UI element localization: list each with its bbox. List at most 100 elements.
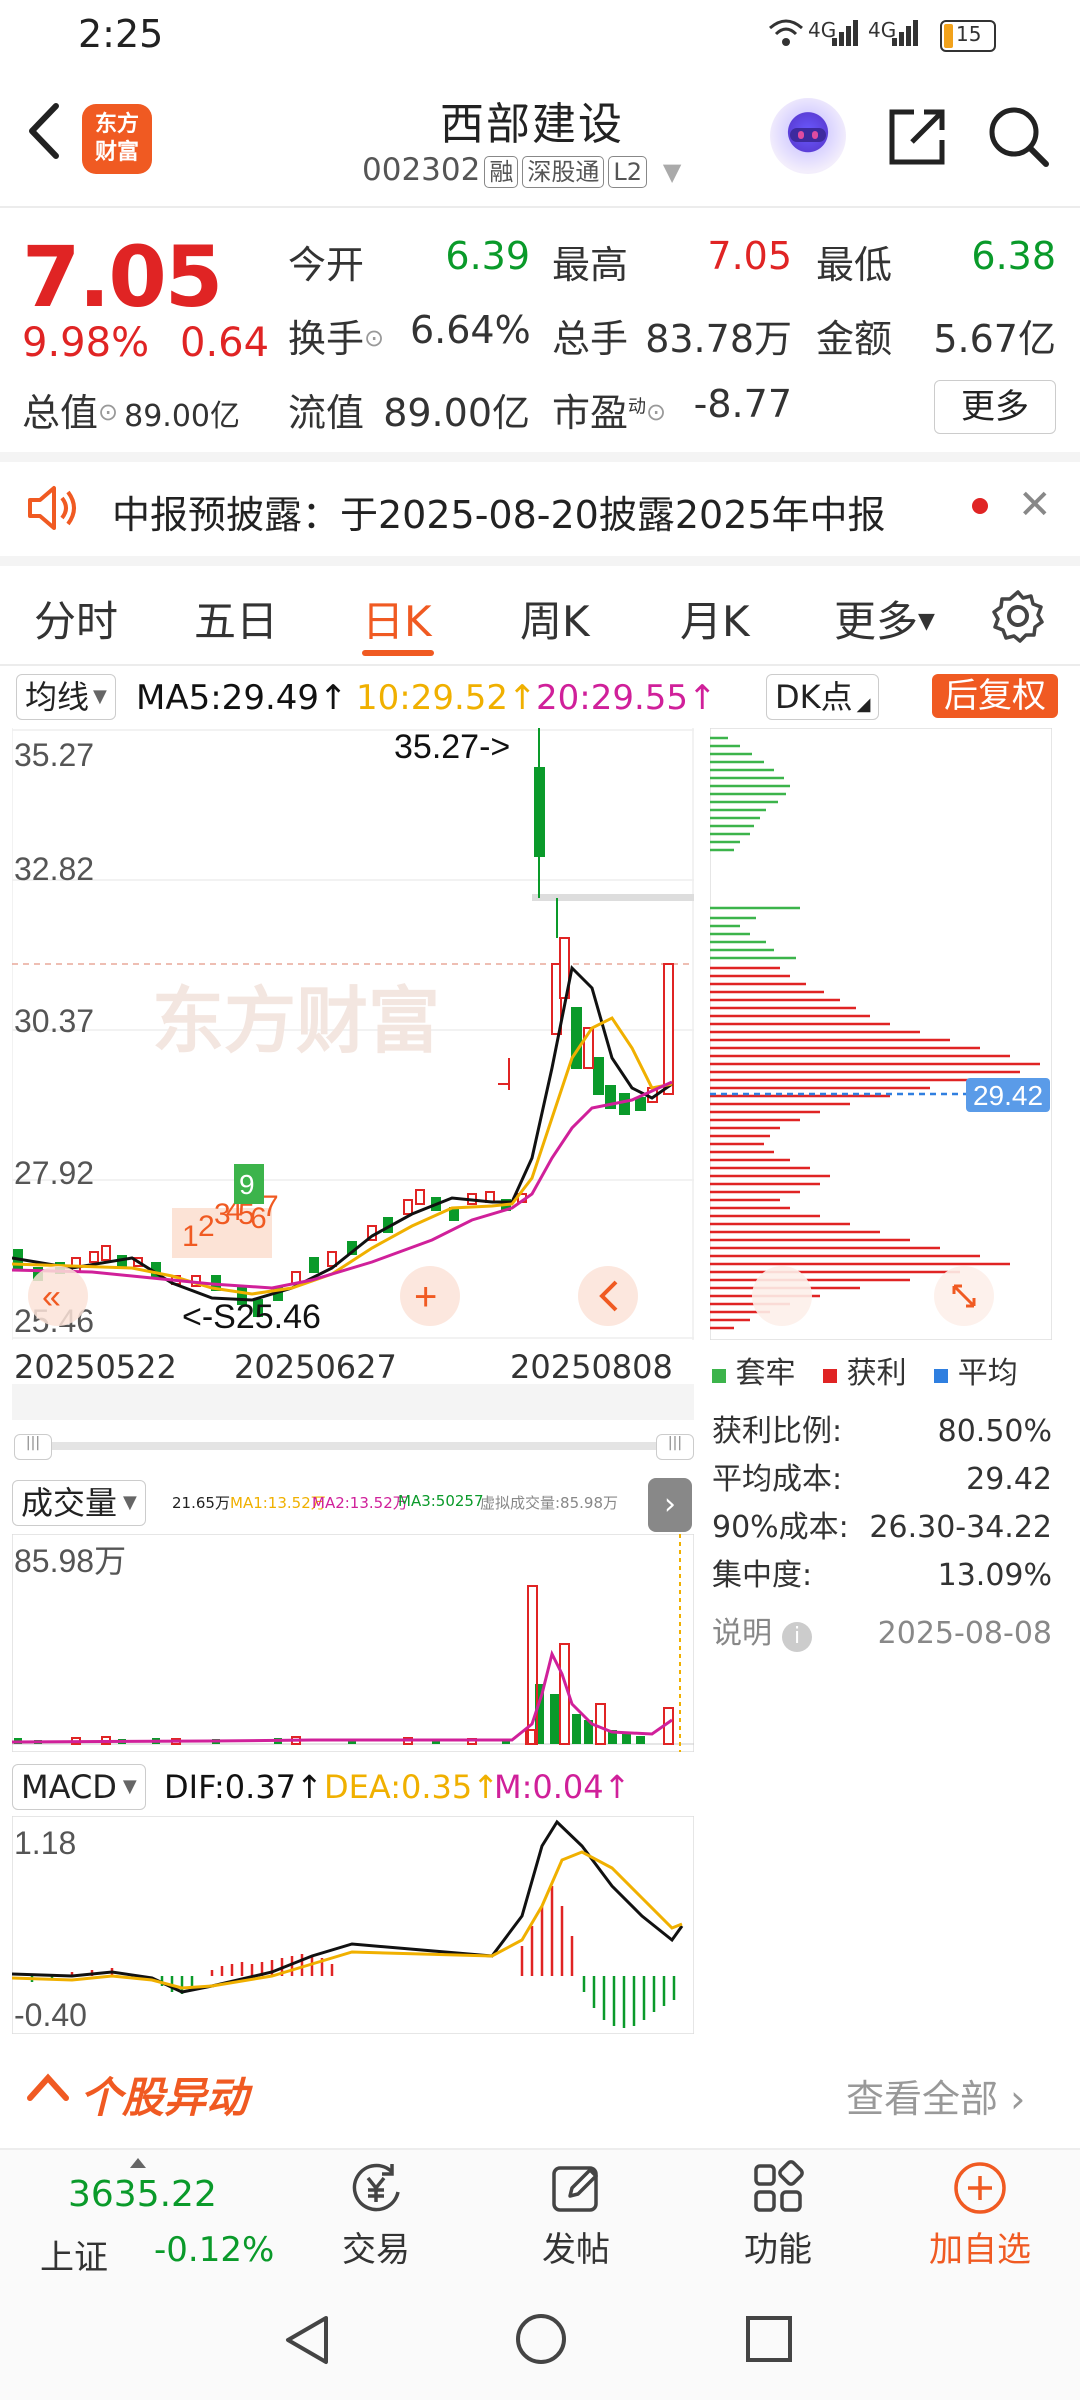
anomaly-section[interactable]: 个股异动 查看全部 › — [0, 2044, 1080, 2140]
nav-home-icon[interactable] — [514, 2312, 568, 2366]
ma5-value: MA5:29.49↑ — [136, 678, 348, 718]
y-label: 30.37 — [14, 1003, 94, 1039]
volume-selector[interactable]: 成交量 ▼ — [12, 1480, 146, 1526]
vol-virtual: 虚拟成交量:85.98万 — [480, 1494, 618, 1512]
collapse-button[interactable] — [578, 1266, 638, 1326]
concentration-label: 集中度: — [712, 1558, 813, 1593]
robot-avatar-icon[interactable] — [770, 98, 846, 174]
info-icon[interactable]: ⊙ — [646, 398, 666, 426]
ma-row: 均线 ▼ MA5:29.49↑ 10:29.52↑ 20:29.55↑ DK点 ◢ … — [0, 672, 1080, 722]
search-icon[interactable] — [986, 104, 1050, 168]
macd-y-min: -0.40 — [14, 1997, 87, 2033]
notice-banner[interactable]: 中报预披露：于2025-08-20披露2025年中报 ✕ — [0, 456, 1080, 556]
scroll-track[interactable] — [12, 1384, 694, 1420]
share-icon[interactable] — [886, 104, 950, 168]
market-cap-label: 总值 — [22, 391, 99, 435]
high-value: 7.05 — [707, 234, 792, 278]
bottom-toolbar: 3635.22 上证 -0.12% 交易 发帖 功能 加自选 — [0, 2148, 1080, 2280]
signal-mark: 1 — [182, 1220, 199, 1253]
back-icon[interactable] — [22, 96, 66, 166]
view-all-link[interactable]: 查看全部 › — [846, 2068, 1025, 2123]
macd-selector[interactable]: MACD ▼ — [12, 1764, 146, 1810]
amount-value: 5.67亿 — [933, 317, 1056, 361]
nav-back-icon[interactable] — [282, 2312, 332, 2368]
anomaly-title: 个股异动 — [80, 2073, 249, 2122]
float-label: 流值 — [288, 391, 365, 435]
tag-margin: 融 — [484, 156, 519, 188]
watermark: 东方财富 — [152, 982, 440, 1062]
high-label: 最高 — [552, 243, 629, 287]
unread-dot — [972, 498, 988, 514]
nav-recents-icon[interactable] — [744, 2314, 794, 2364]
notice-text: 中报预披露：于2025-08-20披露2025年中报 — [112, 493, 886, 537]
vol-ma3: MA3:50257 — [398, 1492, 484, 1510]
dropdown-icon[interactable]: ▼ — [663, 158, 681, 186]
function-button[interactable]: 功能 — [708, 2150, 848, 2280]
battery-icon: 15 — [940, 20, 996, 52]
index-value[interactable]: 3635.22 — [68, 2174, 217, 2215]
max-annotation: 35.27-> — [394, 728, 510, 766]
x-axis: 20250522 20250627 20250808 — [12, 1340, 694, 1386]
info-icon[interactable]: ⊙ — [98, 398, 118, 426]
legend-average: 平均 — [957, 1356, 1018, 1391]
tab-monthly-k[interactable]: 月K — [680, 588, 750, 649]
concentration-value: 13.09% — [937, 1558, 1052, 1593]
slider-handle-right[interactable]: ||| — [656, 1434, 694, 1460]
gear-icon[interactable] — [990, 588, 1046, 644]
expand-panel-button[interactable]: › — [648, 1478, 692, 1532]
avg-cost-tag: 29.42 — [973, 1080, 1043, 1111]
chip-legend: 套牢 获利 平均 — [712, 1348, 1072, 1391]
battery-level: 15 — [956, 22, 982, 46]
tab-daily-k[interactable]: 日K — [362, 588, 432, 649]
min-annotation: <-S25.46 — [182, 1298, 321, 1336]
volume-header: 成交量 ▼ 21.65万 MA1:13.52万 MA2:13.52万 MA3:50… — [12, 1478, 692, 1528]
tab-more[interactable]: 更多▼ — [834, 588, 935, 649]
system-nav-bar — [0, 2280, 1080, 2400]
info-icon[interactable]: i — [782, 1622, 812, 1652]
indicator-selector[interactable]: 均线 ▼ — [16, 674, 116, 720]
post-label: 发帖 — [542, 2230, 610, 2270]
add-watchlist-button[interactable]: 加自选 — [910, 2150, 1050, 2280]
adjust-button[interactable]: 后复权 — [932, 674, 1058, 718]
slider-handle-left[interactable]: ||| — [14, 1434, 52, 1460]
current-price: 7.05 — [22, 228, 223, 326]
chip-expand-left[interactable] — [752, 1266, 812, 1326]
signal-icon — [832, 20, 858, 46]
chip-stats: 获利比例: 80.50% 平均成本: 29.42 90%成本: 26.30-34.22… — [712, 1408, 1052, 1670]
tab-weekly-k[interactable]: 周K — [520, 588, 590, 649]
open-value: 6.39 — [445, 234, 530, 278]
trade-button[interactable]: 交易 — [306, 2150, 446, 2280]
volume-chart: 85.98万 — [12, 1534, 694, 1752]
avg-cost-value: 29.42 — [966, 1462, 1052, 1497]
open-label: 今开 — [288, 243, 365, 287]
stock-code-row[interactable]: 002302 融深股通 L2 ▼ — [362, 152, 681, 188]
legend-trapped: 套牢 — [735, 1356, 796, 1391]
clock: 2:25 — [78, 12, 164, 56]
macd-y-max: 1.18 — [14, 1825, 76, 1861]
more-button[interactable]: 更多 — [934, 380, 1056, 434]
ma20-value: 20:29.55↑ — [536, 678, 717, 718]
index-change: -0.12% — [154, 2230, 275, 2270]
info-icon[interactable]: ⊙ — [364, 324, 384, 352]
status-bar: 2:25 4G 4G 15 — [0, 0, 1080, 70]
tab-5day[interactable]: 五日 — [194, 588, 278, 649]
x-label: 20250808 — [510, 1348, 673, 1386]
note-label[interactable]: 说明 — [712, 1616, 772, 1651]
y-label: 27.92 — [14, 1155, 94, 1191]
grid-icon — [754, 2160, 804, 2212]
chevron-up-icon — [27, 2073, 69, 2101]
chip-date: 2025-08-08 — [877, 1616, 1052, 1651]
macd-m: M:0.04↑ — [494, 1768, 631, 1806]
pe-label: 市盈动⊙ — [552, 391, 667, 435]
tab-intraday[interactable]: 分时 — [34, 588, 118, 649]
vol-value: 21.65万 — [172, 1494, 230, 1512]
close-icon[interactable]: ✕ — [1018, 482, 1052, 528]
post-button[interactable]: 发帖 — [506, 2150, 646, 2280]
dk-point-button[interactable]: DK点 ◢ — [766, 674, 880, 720]
change-percent: 9.98% — [22, 320, 150, 366]
stock-name: 西部建设 — [440, 99, 624, 150]
range-slider[interactable]: ||| ||| — [14, 1434, 694, 1460]
kline-chart[interactable]: 东方财富 35.27 32.82 30.37 27.92 25.46 — [12, 728, 694, 1340]
y-label: 32.82 — [14, 851, 94, 887]
macd-chart: 1.18 -0.40 — [12, 1816, 694, 2034]
